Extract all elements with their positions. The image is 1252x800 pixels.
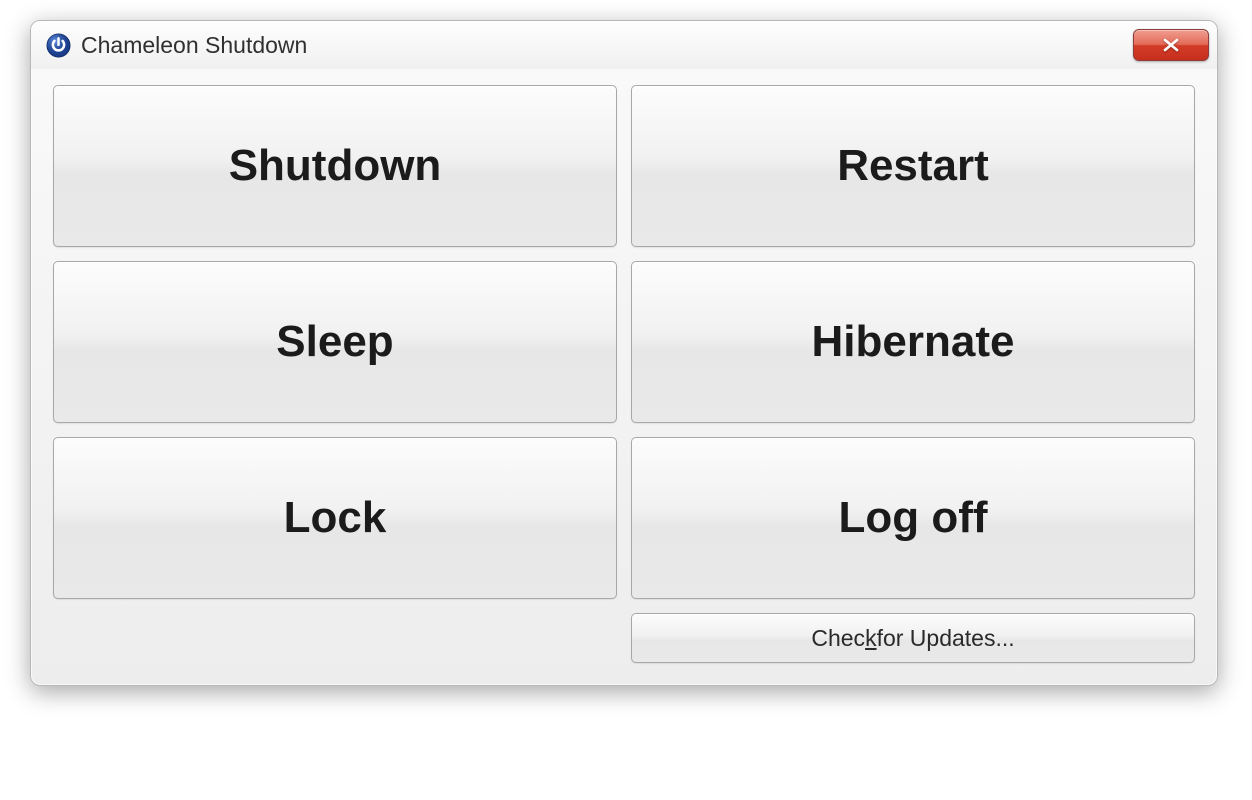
close-icon xyxy=(1161,38,1181,52)
footer-spacer xyxy=(53,613,617,663)
titlebar-left: Chameleon Shutdown xyxy=(45,32,307,59)
update-label-prefix: Chec xyxy=(811,625,865,652)
sleep-button[interactable]: Sleep xyxy=(53,261,617,423)
restart-button[interactable]: Restart xyxy=(631,85,1195,247)
action-grid: Shutdown Restart Sleep Hibernate Lock Lo… xyxy=(53,85,1195,599)
shutdown-button[interactable]: Shutdown xyxy=(53,85,617,247)
power-icon xyxy=(45,32,71,58)
update-label-mnemonic: k xyxy=(865,625,877,652)
app-window: Chameleon Shutdown Shutdown Restart Slee… xyxy=(30,20,1218,686)
hibernate-button[interactable]: Hibernate xyxy=(631,261,1195,423)
window-title: Chameleon Shutdown xyxy=(81,32,307,59)
check-updates-button[interactable]: Check for Updates... xyxy=(631,613,1195,663)
titlebar: Chameleon Shutdown xyxy=(31,21,1217,69)
update-label-suffix: for Updates... xyxy=(877,625,1015,652)
lock-button[interactable]: Lock xyxy=(53,437,617,599)
close-button[interactable] xyxy=(1133,29,1209,61)
content-area: Shutdown Restart Sleep Hibernate Lock Lo… xyxy=(31,69,1217,685)
footer-row: Check for Updates... xyxy=(53,613,1195,663)
logoff-button[interactable]: Log off xyxy=(631,437,1195,599)
